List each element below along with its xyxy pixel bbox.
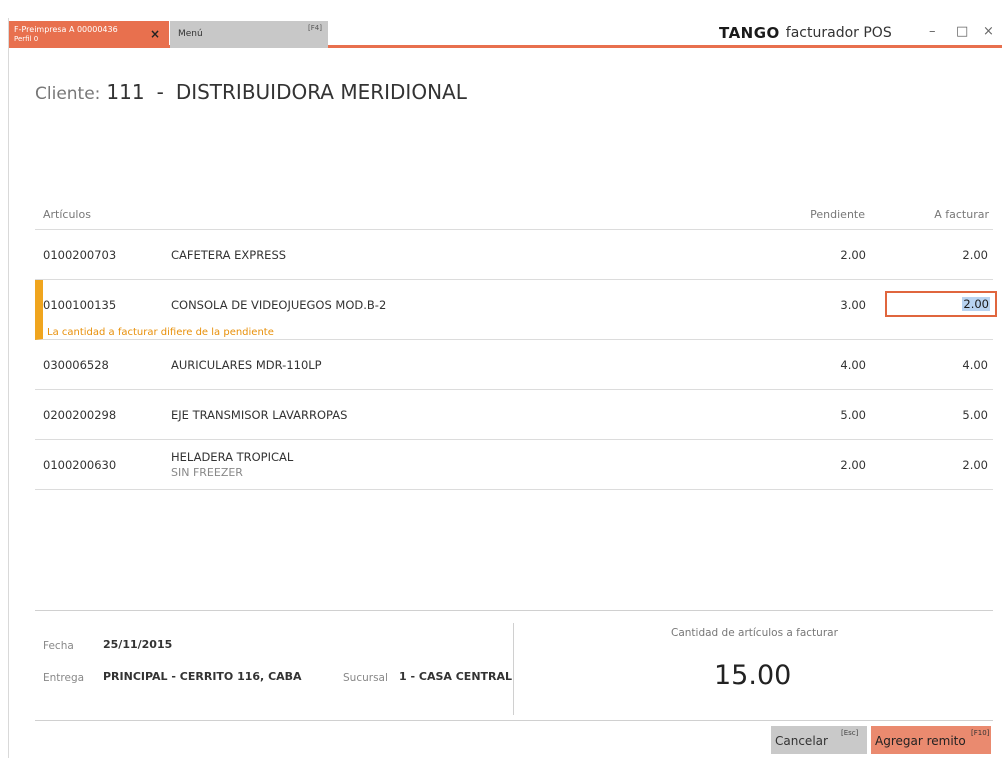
add-remito-button[interactable]: Agregar remito [F10] [871, 726, 991, 754]
row-code: 0100200630 [43, 458, 117, 472]
button-bar-divider [35, 720, 993, 721]
table-row[interactable]: 0200200298 EJE TRANSMISOR LAVARROPAS 5.0… [35, 390, 993, 440]
row-a-facturar[interactable]: 2.00 [885, 248, 988, 262]
app-name: facturador POS [785, 25, 892, 41]
sucursal-label: Sucursal [343, 672, 388, 684]
sucursal-value: 1 - CASA CENTRAL [399, 670, 513, 683]
close-window-icon[interactable]: × [983, 24, 994, 39]
row-code: 0100100135 [43, 298, 117, 312]
fecha-value: 25/11/2015 [103, 638, 173, 651]
row-code: 0200200298 [43, 408, 117, 422]
tab-close-icon[interactable]: × [150, 27, 160, 41]
row-description: AURICULARES MDR-110LP [171, 358, 322, 372]
entrega-value: PRINCIPAL - CERRITO 116, CABA [103, 670, 302, 683]
client-name: DISTRIBUIDORA MERIDIONAL [175, 80, 467, 104]
table-header: Artículos Pendiente A facturar [35, 208, 993, 230]
row-pendiente: 4.00 [840, 358, 866, 372]
client-separator: - [156, 80, 164, 104]
row-description: HELADERA TROPICAL [171, 450, 294, 464]
row-a-facturar[interactable]: 4.00 [885, 358, 988, 372]
cancel-button-label: Cancelar [775, 734, 828, 748]
row-description-detail: SIN FREEZER [171, 466, 243, 479]
row-description: CONSOLA DE VIDEOJUEGOS MOD.B-2 [171, 298, 387, 312]
row-pendiente: 3.00 [840, 298, 866, 312]
add-remito-button-label: Agregar remito [875, 734, 966, 748]
cantidad-label: Cantidad de artículos a facturar [671, 627, 838, 639]
tab-document-profile: Perfil 0 [14, 35, 39, 43]
minimize-icon[interactable]: – [929, 24, 936, 39]
row-a-facturar[interactable]: 5.00 [885, 408, 988, 422]
tab-menu-label: Menú [178, 29, 203, 39]
row-pendiente: 2.00 [840, 458, 866, 472]
row-code: 0100200703 [43, 248, 117, 262]
fecha-label: Fecha [43, 640, 74, 652]
row-code: 030006528 [43, 358, 109, 372]
footer-divider [35, 610, 993, 611]
table-row[interactable]: 0100200630 HELADERA TROPICAL SIN FREEZER… [35, 440, 993, 490]
quantity-input-value[interactable]: 2.00 [962, 297, 990, 311]
tab-menu[interactable]: Menú [F4] [170, 21, 328, 48]
quantity-input[interactable]: 2.00 [885, 291, 997, 317]
row-description: CAFETERA EXPRESS [171, 248, 287, 262]
row-pendiente: 2.00 [840, 248, 866, 262]
app-window: F-Preimpresa A 00000436 Perfil 0 × Menú … [8, 18, 1002, 758]
cancel-button-shortcut: [Esc] [841, 729, 859, 737]
row-a-facturar[interactable]: 2.00 [885, 458, 988, 472]
title-bar: F-Preimpresa A 00000436 Perfil 0 × Menú … [9, 18, 1002, 48]
client-code: 111 [106, 80, 145, 104]
table-row[interactable]: 030006528 AURICULARES MDR-110LP 4.00 4.0… [35, 340, 993, 390]
row-description: EJE TRANSMISOR LAVARROPAS [171, 408, 348, 422]
maximize-icon[interactable]: □ [956, 24, 968, 39]
header-articulos: Artículos [43, 208, 91, 221]
add-remito-button-shortcut: [F10] [971, 729, 990, 737]
tab-document[interactable]: F-Preimpresa A 00000436 Perfil 0 × [9, 21, 169, 48]
header-a-facturar: A facturar [934, 208, 989, 221]
row-pendiente: 5.00 [840, 408, 866, 422]
cancel-button[interactable]: Cancelar [Esc] [771, 726, 867, 754]
header-pendiente: Pendiente [810, 208, 865, 221]
tab-document-title: F-Preimpresa A 00000436 [14, 25, 118, 34]
client-header: Cliente: 111- DISTRIBUIDORA MERIDIONAL [35, 80, 467, 104]
client-label: Cliente: [35, 84, 101, 104]
tango-logo: TANGO [719, 24, 780, 42]
footer-vertical-divider [513, 623, 514, 715]
entrega-label: Entrega [43, 672, 85, 684]
warning-message: La cantidad a facturar difiere de la pen… [47, 327, 274, 338]
cantidad-total: 15.00 [714, 660, 792, 691]
tab-menu-shortcut: [F4] [308, 24, 322, 32]
brand: TANGO facturador POS [719, 22, 892, 44]
table-row[interactable]: 0100200703 CAFETERA EXPRESS 2.00 2.00 [35, 230, 993, 280]
